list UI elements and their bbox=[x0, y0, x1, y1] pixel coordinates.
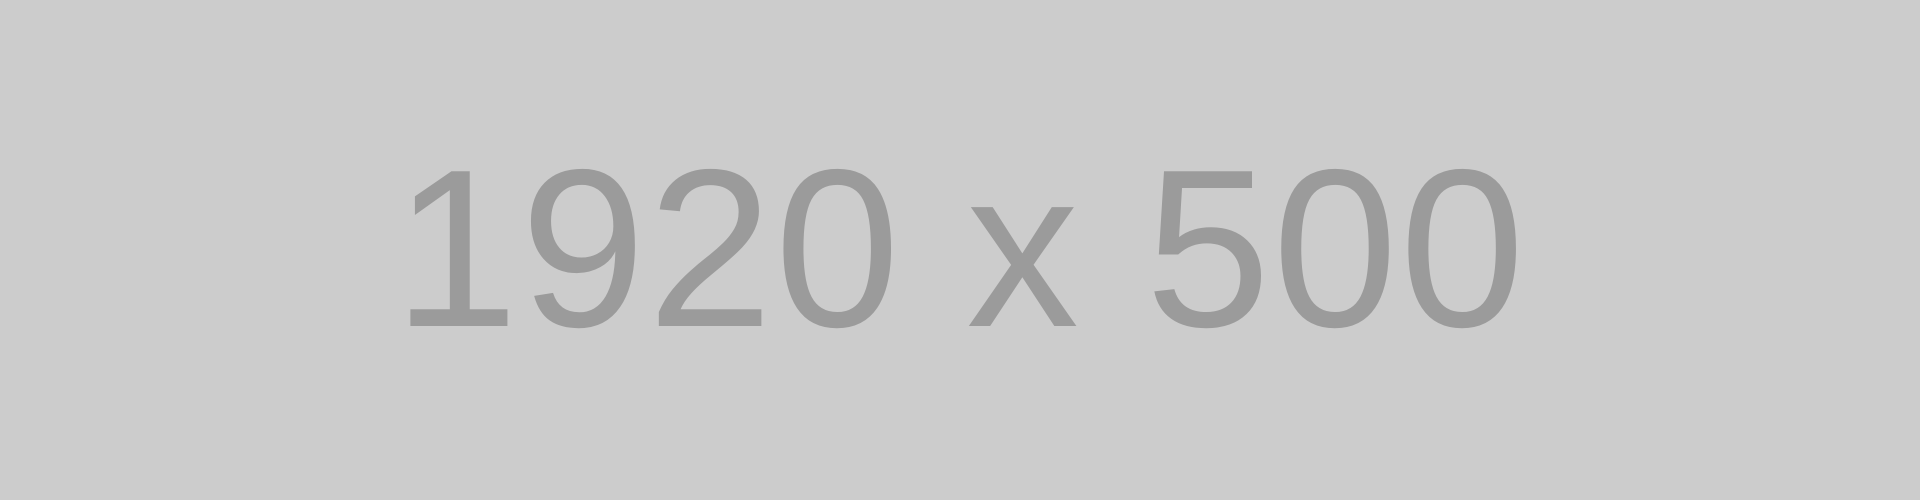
placeholder-image: 1920 x 500 bbox=[0, 0, 1920, 500]
placeholder-dimensions-label: 1920 x 500 bbox=[393, 121, 1527, 374]
